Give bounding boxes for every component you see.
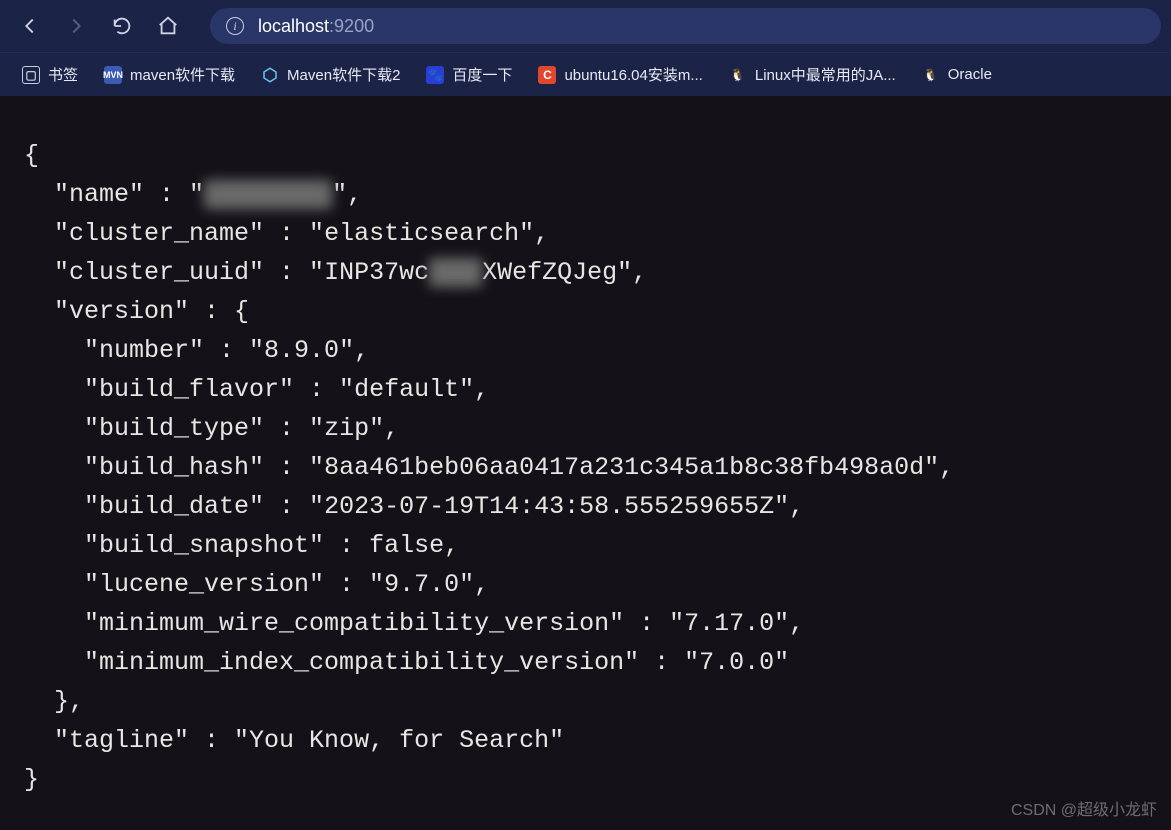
- back-button[interactable]: [10, 8, 50, 44]
- bookmark-item[interactable]: 🐾 百度一下: [414, 60, 524, 89]
- bookmark-item[interactable]: 🐧 Linux中最常用的JA...: [717, 60, 908, 89]
- build-flavor: default: [354, 375, 459, 404]
- bookmark-item[interactable]: C ubuntu16.04安装m...: [526, 60, 714, 89]
- bookmarks-bar: ▢ 书签 MVN maven软件下载 Maven软件下载2 🐾 百度一下 C u…: [0, 52, 1171, 96]
- tagline: You Know, for Search: [249, 726, 549, 755]
- watermark-text: CSDN @超级小龙虾: [1011, 796, 1157, 820]
- file-icon: ▢: [22, 66, 40, 84]
- bookmark-label: 百度一下: [452, 64, 512, 85]
- reload-button[interactable]: [102, 8, 142, 44]
- cluster-uuid-prefix: INP37wc: [324, 258, 429, 287]
- hexagon-icon: [261, 66, 279, 84]
- linux-icon: 🐧: [729, 66, 747, 84]
- bookmark-label: maven软件下载: [130, 64, 235, 85]
- url-port: :9200: [329, 16, 374, 36]
- lucene-version: 9.7.0: [384, 570, 459, 599]
- bookmark-label: Oracle: [948, 66, 992, 83]
- address-bar[interactable]: i localhost:9200: [210, 8, 1161, 44]
- json-response-body: { "name" : "████████", "cluster_name" : …: [0, 96, 1171, 799]
- oracle-icon: 🐧: [922, 66, 940, 84]
- maven-icon: MVN: [104, 66, 122, 84]
- min-wire-compat: 7.17.0: [684, 609, 774, 638]
- redacted-name: ████████: [204, 180, 332, 209]
- cluster-uuid-suffix: XWefZQJeg: [482, 258, 617, 287]
- build-date: 2023-07-19T14:43:58.555259655Z: [324, 492, 774, 521]
- url-host: localhost: [258, 16, 329, 36]
- baidu-icon: 🐾: [426, 66, 444, 84]
- version-number: 8.9.0: [264, 336, 339, 365]
- build-hash: 8aa461beb06aa0417a231c345a1b8c38fb498a0d: [324, 453, 924, 482]
- bookmark-item[interactable]: MVN maven软件下载: [92, 60, 247, 89]
- site-info-icon[interactable]: i: [226, 17, 244, 35]
- bookmark-label: Maven软件下载2: [287, 64, 400, 85]
- redacted-uuid-part: ███: [429, 258, 482, 287]
- bookmark-label: 书签: [48, 64, 78, 85]
- forward-button[interactable]: [56, 8, 96, 44]
- build-type: zip: [324, 414, 369, 443]
- cluster-name-value: elasticsearch: [324, 219, 519, 248]
- csdn-icon: C: [538, 66, 556, 84]
- build-snapshot: false: [369, 531, 444, 560]
- bookmark-label: Linux中最常用的JA...: [755, 64, 896, 85]
- bookmark-item[interactable]: 🐧 Oracle: [910, 62, 1004, 88]
- bookmark-item[interactable]: ▢ 书签: [10, 60, 90, 89]
- home-button[interactable]: [148, 8, 188, 44]
- bookmark-item[interactable]: Maven软件下载2: [249, 60, 412, 89]
- min-index-compat: 7.0.0: [699, 648, 774, 677]
- browser-toolbar: i localhost:9200: [0, 0, 1171, 52]
- url-text: localhost:9200: [258, 16, 374, 37]
- bookmark-label: ubuntu16.04安装m...: [564, 64, 702, 85]
